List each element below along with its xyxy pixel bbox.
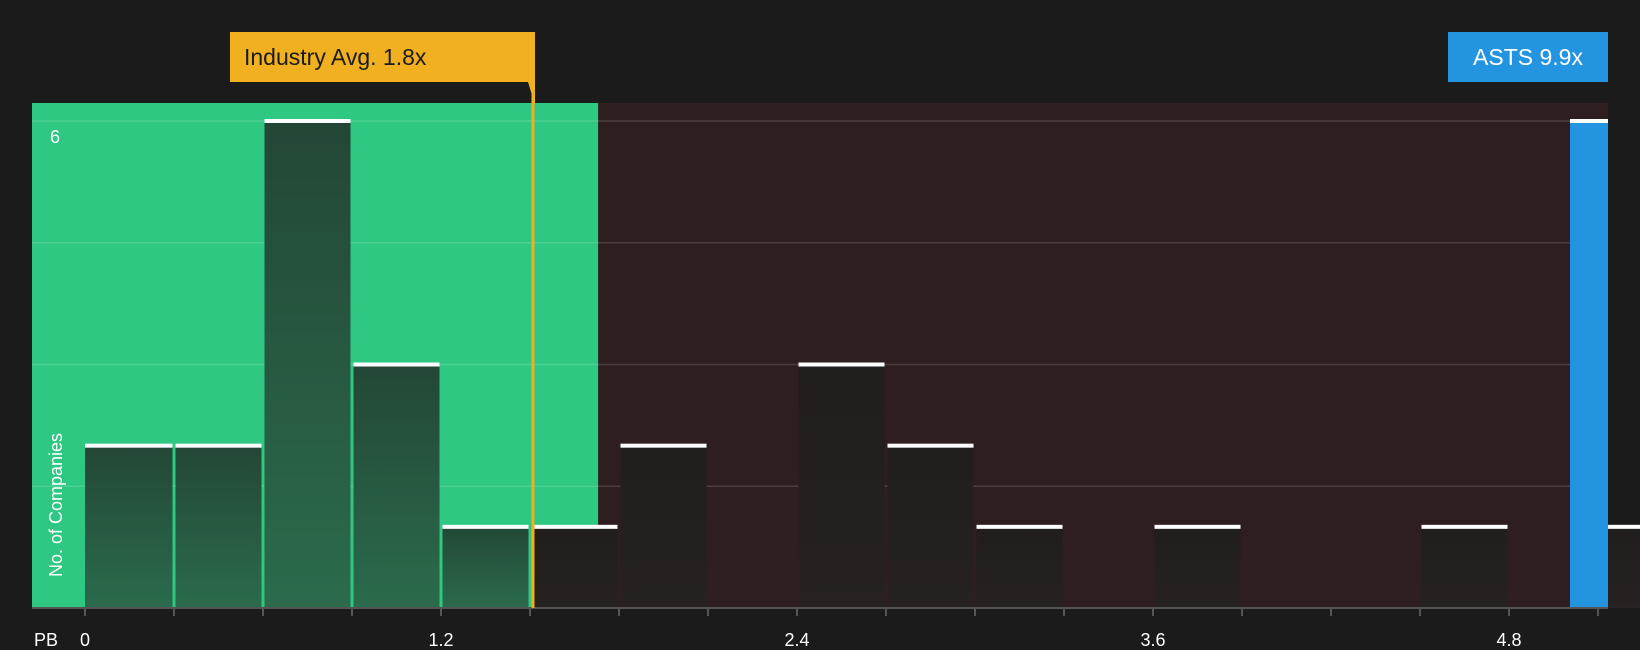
x-tick-label: 1.2	[428, 630, 453, 650]
histogram-bar-cap	[976, 524, 1063, 529]
x-tick-label: 3.6	[1140, 630, 1165, 650]
histogram-bar-cap	[531, 524, 618, 529]
asts-bar-cap	[1570, 119, 1608, 123]
histogram-bar	[1154, 526, 1241, 608]
x-tick-label: 0	[80, 630, 90, 650]
histogram-bar	[1421, 526, 1508, 608]
histogram-bar-cap	[85, 443, 173, 448]
histogram-bar	[442, 526, 529, 608]
x-tick-label: 2.4	[784, 630, 809, 650]
asts-bar	[1570, 121, 1608, 608]
pb-distribution-chart: 01.22.43.64.86+PB6No. of Companies Indus…	[32, 32, 1640, 650]
y-tick-label: 6	[50, 127, 60, 147]
histogram-bar	[85, 445, 173, 608]
histogram-bar-cap	[620, 443, 707, 448]
histogram-bar	[353, 364, 440, 608]
histogram-bar	[175, 445, 262, 608]
x-tick-label: 4.8	[1497, 630, 1522, 650]
histogram-bar-cap	[353, 362, 440, 367]
histogram-bar-cap	[175, 443, 262, 448]
histogram-bar-cap	[1421, 524, 1508, 529]
histogram-bar-cap	[798, 362, 885, 367]
histogram-bar	[976, 526, 1063, 608]
x-axis-label: PB	[34, 630, 58, 650]
industry-avg-label: Industry Avg. 1.8x	[244, 44, 427, 70]
histogram-bar-cap	[1154, 524, 1241, 529]
y-axis-label: No. of Companies	[46, 433, 66, 577]
histogram-bar-cap	[264, 119, 351, 123]
histogram-bar	[531, 526, 618, 608]
histogram-bar	[264, 121, 351, 608]
histogram-bar	[798, 364, 885, 608]
histogram-bar	[887, 445, 974, 608]
asts-label: ASTS 9.9x	[1473, 44, 1583, 70]
histogram-bar-cap	[442, 524, 529, 529]
histogram-bar-cap	[887, 443, 974, 448]
histogram-bar	[620, 445, 707, 608]
